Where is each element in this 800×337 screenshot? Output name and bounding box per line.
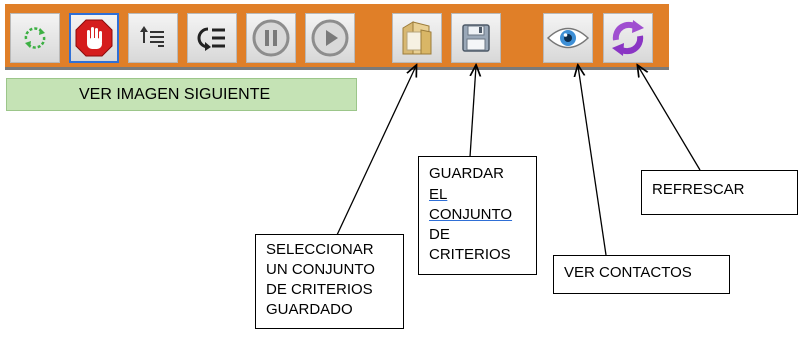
callout-line: DE CRITERIOS: [266, 281, 373, 298]
callout-line: SELECCIONAR: [266, 241, 374, 258]
callout-line: DE: [429, 226, 450, 243]
arrow-select: [336, 66, 416, 236]
arrow-save: [469, 66, 476, 158]
callout-line: REFRESCAR: [652, 181, 745, 198]
callout-select-criteria: SELECCIONAR UN CONJUNTO DE CRITERIOS GUA…: [255, 234, 404, 329]
callout-line: CRITERIOS: [429, 246, 511, 263]
callout-line: GUARDADO: [266, 301, 353, 318]
callout-view-contacts: VER CONTACTOS: [553, 255, 730, 294]
callout-line: GUARDAR: [429, 165, 505, 182]
callout-refresh: REFRESCAR: [641, 170, 798, 215]
callout-line: CONJUNTO: [429, 206, 513, 223]
callout-line: UN CONJUNTO: [266, 261, 375, 278]
arrow-contacts: [578, 66, 607, 256]
callout-save-criteria: GUARDAR EL CONJUNTO DE CRITERIOS: [418, 156, 537, 275]
callout-line: EL: [429, 186, 448, 203]
callout-line: VER CONTACTOS: [564, 264, 692, 281]
arrow-refresh: [638, 66, 701, 171]
